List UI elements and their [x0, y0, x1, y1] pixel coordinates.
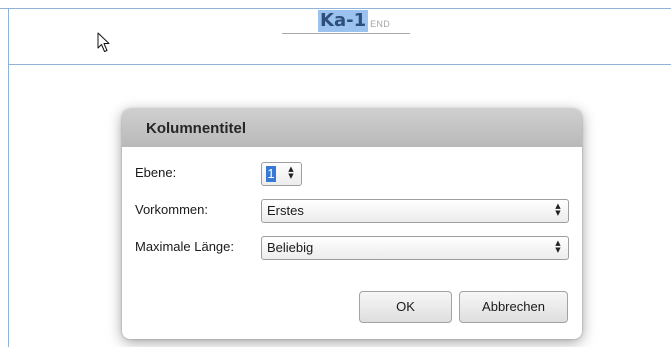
level-value[interactable]: 1 — [266, 166, 276, 182]
level-row: Ebene: 1 ▲ ▼ — [122, 162, 582, 186]
end-marker: END — [370, 19, 390, 29]
occurrence-row: Vorkommen: Erstes ▲ ▼ — [122, 199, 582, 223]
running-head-underline — [282, 33, 410, 34]
running-head[interactable]: Ka-1 END — [318, 8, 390, 32]
max-length-select[interactable]: Beliebig ▲ ▼ — [261, 236, 569, 260]
occurrence-label: Vorkommen: — [135, 202, 208, 217]
ok-button[interactable]: OK — [359, 291, 452, 323]
max-length-label: Maximale Länge: — [135, 239, 234, 254]
occurrence-value: Erstes — [267, 203, 304, 218]
arrow-pointer-icon — [97, 32, 110, 57]
header-area-border — [8, 64, 671, 65]
up-down-arrows-icon: ▲ ▼ — [555, 239, 561, 254]
up-down-arrows-icon: ▲ ▼ — [555, 202, 561, 217]
running-head-field[interactable]: Ka-1 — [318, 10, 369, 32]
dialog-title: Kolumnentitel — [122, 109, 582, 147]
page-frame-left — [8, 8, 9, 347]
level-stepper[interactable]: 1 ▲ ▼ — [261, 162, 302, 186]
running-head-dialog: Kolumnentitel Ebene: 1 ▲ ▼ Vorkommen: Ers… — [122, 109, 582, 339]
max-length-value: Beliebig — [267, 240, 314, 255]
level-label: Ebene: — [135, 165, 177, 180]
max-length-row: Maximale Länge: Beliebig ▲ ▼ — [122, 236, 582, 260]
cancel-button[interactable]: Abbrechen — [459, 291, 568, 323]
up-down-arrows-icon[interactable]: ▲ ▼ — [286, 166, 296, 182]
occurrence-select[interactable]: Erstes ▲ ▼ — [261, 199, 569, 223]
